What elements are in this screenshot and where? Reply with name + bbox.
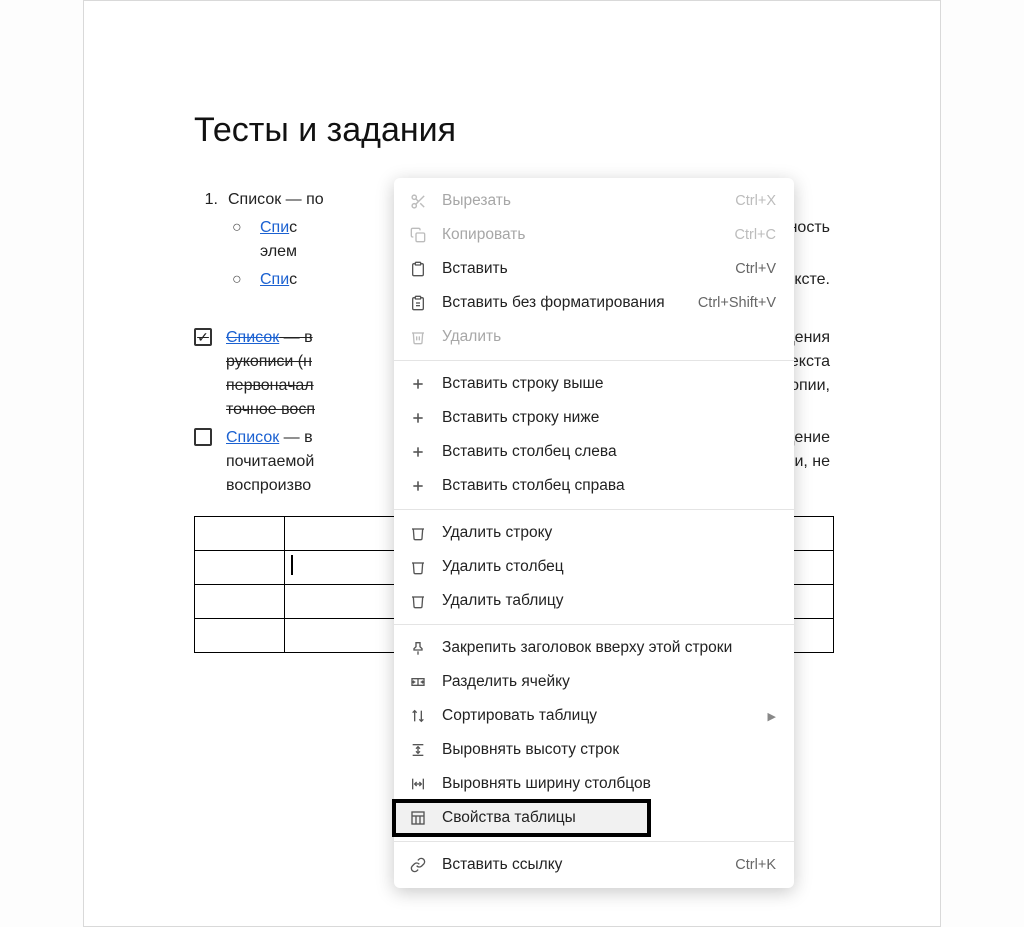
sort-icon (408, 708, 428, 724)
bullet-icon: ○ (232, 268, 260, 292)
split-cell-icon (408, 674, 428, 690)
plus-icon (408, 376, 428, 392)
menu-insert-row-above[interactable]: Вставить строку выше (394, 367, 794, 401)
trash-icon (408, 525, 428, 541)
menu-distribute-cols[interactable]: Выровнять ширину столбцов (394, 767, 794, 801)
chevron-right-icon: ▶ (768, 710, 776, 723)
menu-delete-col[interactable]: Удалить столбец (394, 550, 794, 584)
distribute-rows-icon (408, 742, 428, 758)
menu-paste-plain[interactable]: Вставить без форматирования Ctrl+Shift+V (394, 286, 794, 320)
menu-paste[interactable]: Вставить Ctrl+V (394, 252, 794, 286)
text-cursor (291, 555, 293, 575)
cut-icon (408, 193, 428, 210)
list-text-tail: — по (281, 191, 323, 208)
plus-icon (408, 410, 428, 426)
menu-delete-row[interactable]: Удалить строку (394, 516, 794, 550)
menu-separator (394, 624, 794, 625)
distribute-cols-icon (408, 776, 428, 792)
menu-delete[interactable]: Удалить (394, 320, 794, 354)
menu-separator (394, 509, 794, 510)
trash-icon (408, 593, 428, 609)
trash-icon (408, 559, 428, 575)
menu-split-cell[interactable]: Разделить ячейку (394, 665, 794, 699)
menu-insert-row-below[interactable]: Вставить строку ниже (394, 401, 794, 435)
paste-icon (408, 261, 428, 277)
text-line: элем (260, 243, 297, 260)
doc-title: Тесты и задания (194, 111, 830, 150)
table-icon (408, 810, 428, 826)
menu-distribute-rows[interactable]: Выровнять высоту строк (394, 733, 794, 767)
checkbox-unchecked-icon[interactable] (194, 428, 212, 446)
menu-pin-header[interactable]: Закрепить заголовок вверху этой строки (394, 631, 794, 665)
paste-plain-icon (408, 295, 428, 311)
plus-icon (408, 444, 428, 460)
link-text[interactable]: Спи (260, 219, 289, 236)
menu-delete-table[interactable]: Удалить таблицу (394, 584, 794, 618)
menu-table-properties[interactable]: Свойства таблицы (394, 801, 649, 835)
menu-insert-col-right[interactable]: Вставить столбец справа (394, 469, 794, 503)
trash-icon (408, 329, 428, 345)
link-text[interactable]: Список (226, 329, 279, 346)
copy-icon (408, 227, 428, 243)
checkbox-checked-icon[interactable]: ✓ (194, 328, 212, 346)
menu-copy[interactable]: Копировать Ctrl+C (394, 218, 794, 252)
link-text[interactable]: Список (226, 429, 279, 446)
list-number: 1. (194, 188, 228, 212)
menu-separator (394, 360, 794, 361)
plus-icon (408, 478, 428, 494)
pin-icon (408, 640, 428, 656)
bullet-icon: ○ (232, 216, 260, 264)
list-text: Список (228, 191, 281, 208)
menu-insert-col-left[interactable]: Вставить столбец слева (394, 435, 794, 469)
context-menu: Вырезать Ctrl+X Копировать Ctrl+C Встави… (394, 178, 794, 888)
menu-insert-link[interactable]: Вставить ссылку Ctrl+K (394, 848, 794, 882)
link-text[interactable]: Спи (260, 271, 289, 288)
menu-cut[interactable]: Вырезать Ctrl+X (394, 184, 794, 218)
menu-separator (394, 841, 794, 842)
document-page: Тесты и задания 1. Список — по ○ Спис ат… (83, 0, 941, 927)
menu-sort-table[interactable]: Сортировать таблицу ▶ (394, 699, 794, 733)
link-icon (408, 857, 428, 873)
text-tail: екста (790, 350, 830, 374)
